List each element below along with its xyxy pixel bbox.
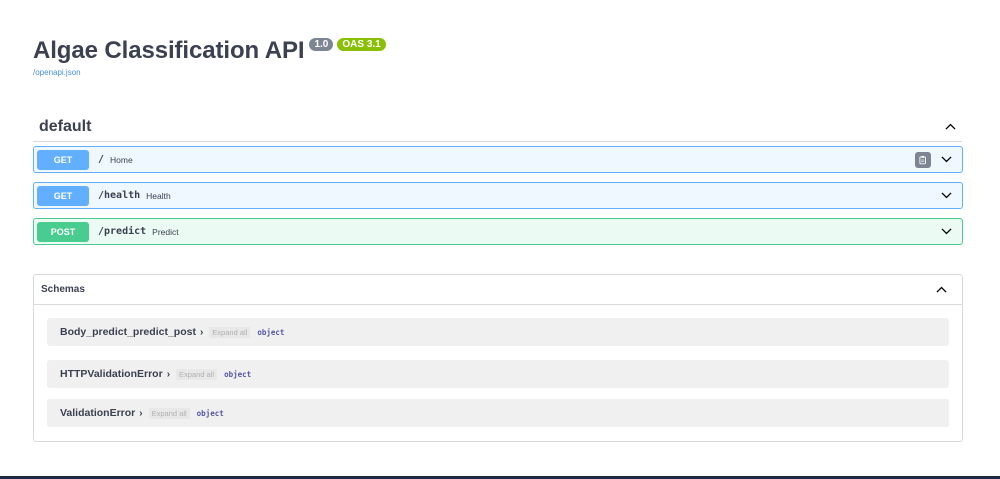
operation-get-home[interactable]: GET / Home — [33, 146, 963, 173]
operation-controls — [934, 184, 958, 208]
operation-path: /predict — [98, 226, 147, 237]
schema-item[interactable]: HTTPValidationError › Expand all object — [47, 360, 949, 388]
expand-arrow-icon[interactable]: › — [139, 408, 142, 419]
tag-section-header[interactable]: default — [33, 112, 962, 142]
expand-all-button[interactable]: Expand all — [176, 368, 218, 380]
schema-type: object — [196, 408, 224, 418]
chevron-up-icon[interactable] — [929, 278, 953, 302]
operation-summary: Predict — [152, 226, 179, 237]
operation-controls — [934, 220, 958, 244]
operation-get-health[interactable]: GET /health Health — [33, 182, 963, 209]
operation-post-predict[interactable]: POST /predict Predict — [33, 218, 963, 245]
schema-name[interactable]: HTTPValidationError — [60, 368, 163, 380]
operation-summary: Home — [110, 154, 133, 165]
api-info: Algae Classification API 1.0 OAS 3.1 /op… — [33, 36, 386, 77]
schema-item[interactable]: Body_predict_predict_post › Expand all o… — [47, 318, 949, 346]
chevron-down-icon[interactable] — [934, 148, 958, 172]
schema-type: object — [257, 327, 285, 337]
operation-path: / — [98, 154, 105, 165]
expand-all-button[interactable]: Expand all — [209, 326, 251, 338]
tag-name: default — [39, 117, 92, 135]
schemas-header[interactable]: Schemas — [34, 275, 962, 305]
expand-arrow-icon[interactable]: › — [167, 369, 170, 380]
schema-type: object — [224, 369, 252, 379]
schema-name[interactable]: ValidationError — [60, 407, 135, 419]
chevron-up-icon[interactable] — [938, 115, 962, 139]
schema-name[interactable]: Body_predict_predict_post — [60, 326, 196, 338]
version-badge: 1.0 — [309, 38, 334, 51]
schemas-title: Schemas — [41, 284, 85, 295]
api-title: Algae Classification API — [33, 37, 305, 64]
expand-arrow-icon[interactable]: › — [200, 327, 203, 338]
http-method-badge: POST — [37, 221, 89, 242]
copy-to-clipboard-icon[interactable] — [915, 151, 931, 168]
schemas-section: Schemas Body_predict_predict_post › Expa… — [33, 274, 963, 442]
http-method-badge: GET — [37, 185, 89, 206]
chevron-down-icon[interactable] — [934, 184, 958, 208]
operation-path: /health — [98, 190, 141, 201]
operation-summary: Health — [146, 190, 171, 201]
chevron-down-icon[interactable] — [934, 220, 958, 244]
expand-all-button[interactable]: Expand all — [148, 407, 190, 419]
oas-badge: OAS 3.1 — [337, 38, 386, 51]
http-method-badge: GET — [37, 149, 89, 170]
openapi-json-link[interactable]: /openapi.json — [33, 68, 386, 77]
schema-item[interactable]: ValidationError › Expand all object — [47, 399, 949, 427]
title-row: Algae Classification API 1.0 OAS 3.1 — [33, 36, 386, 66]
operation-controls — [915, 148, 958, 172]
